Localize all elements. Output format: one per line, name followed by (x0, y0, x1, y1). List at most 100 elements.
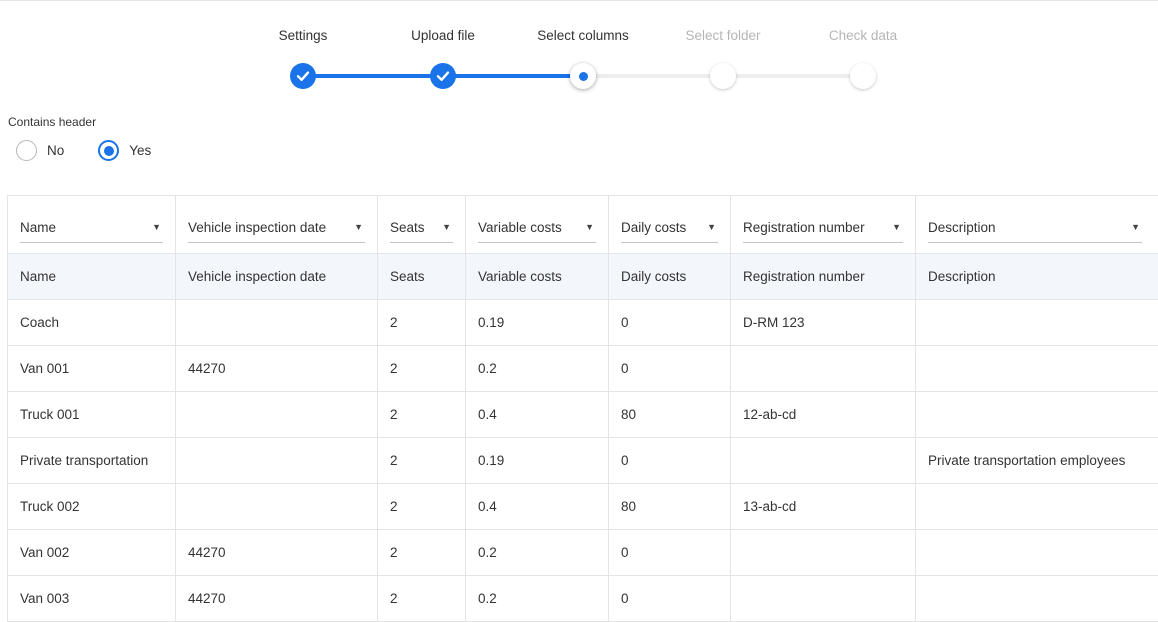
step-select-columns[interactable] (570, 63, 596, 89)
column-select-name[interactable]: Name ▼ (20, 213, 163, 243)
table-cell: 0 (608, 345, 731, 392)
column-mapping-cell: Description ▼ (915, 195, 1158, 254)
table-cell: D-RM 123 (730, 299, 916, 346)
table-cell: Private transportation employees (915, 437, 1158, 484)
caret-down-icon: ▼ (1131, 222, 1140, 232)
step-label-settings: Settings (278, 28, 328, 43)
table-cell: Truck 001 (7, 391, 176, 438)
table-row: Van 001 44270 2 0.2 0 (7, 345, 1158, 392)
table-cell: Coach (7, 299, 176, 346)
table-cell: 0 (608, 529, 731, 576)
check-icon (296, 71, 310, 81)
check-icon (436, 71, 450, 81)
column-select-description[interactable]: Description ▼ (928, 213, 1142, 243)
radio-yes-dot (103, 145, 114, 156)
table-cell: 44270 (175, 529, 378, 576)
radio-yes[interactable]: Yes (98, 140, 151, 161)
column-mapping-cell: Daily costs ▼ (608, 195, 731, 254)
table-row: Private transportation 2 0.19 0 Private tran… (7, 437, 1158, 484)
table-row: Van 002 44270 2 0.2 0 (7, 529, 1158, 576)
table-row: Coach 2 0.19 0 D-RM 123 (7, 299, 1158, 346)
current-step-dot (578, 71, 588, 81)
table-cell (915, 391, 1158, 438)
caret-down-icon: ▼ (152, 222, 161, 232)
column-select-seats[interactable]: Seats ▼ (390, 213, 453, 243)
table-cell: 0.2 (465, 575, 609, 622)
column-mapping-cell: Variable costs ▼ (465, 195, 609, 254)
table-cell: 80 (608, 391, 731, 438)
column-mapping-cell: Vehicle inspection date ▼ (175, 195, 378, 254)
step-upload-file[interactable] (430, 63, 456, 89)
table-cell: 0.19 (465, 437, 609, 484)
caret-down-icon: ▼ (442, 222, 451, 232)
column-mapping-row: Name ▼ Vehicle inspection date ▼ Seats ▼ (7, 195, 1158, 254)
radio-no-label: No (47, 143, 65, 158)
table-cell: 2 (377, 437, 466, 484)
step-label-check-data: Check data (828, 28, 898, 43)
caret-down-icon: ▼ (892, 222, 901, 232)
column-select-variable-costs[interactable]: Variable costs ▼ (478, 213, 596, 243)
header-cell: Name (7, 253, 176, 300)
step-settings[interactable] (290, 63, 316, 89)
table-cell (915, 345, 1158, 392)
table-cell (915, 483, 1158, 530)
step-connector-1 (303, 74, 443, 78)
column-mapping-cell: Name ▼ (7, 195, 176, 254)
table-cell: 0 (608, 575, 731, 622)
step-label-select-columns: Select columns (537, 28, 629, 43)
table-cell: 2 (377, 299, 466, 346)
caret-down-icon: ▼ (585, 222, 594, 232)
column-select-value: Vehicle inspection date (188, 219, 327, 235)
column-select-value: Variable costs (478, 219, 562, 235)
table-cell: Truck 002 (7, 483, 176, 530)
table-row: Truck 001 2 0.4 80 12-ab-cd (7, 391, 1158, 438)
column-select-vehicle-inspection-date[interactable]: Vehicle inspection date ▼ (188, 213, 365, 243)
table-cell (175, 299, 378, 346)
table-row: Truck 002 2 0.4 80 13-ab-cd (7, 483, 1158, 530)
table-cell: 2 (377, 575, 466, 622)
table-cell: Van 003 (7, 575, 176, 622)
column-select-value: Seats (390, 219, 425, 235)
table-cell: 0.19 (465, 299, 609, 346)
table-cell (175, 391, 378, 438)
table-cell: 0.2 (465, 529, 609, 576)
table-cell (730, 345, 916, 392)
header-cell: Daily costs (608, 253, 731, 300)
caret-down-icon: ▼ (707, 222, 716, 232)
radio-no-circle[interactable] (16, 140, 37, 161)
caret-down-icon: ▼ (354, 222, 363, 232)
column-select-value: Daily costs (621, 219, 687, 235)
import-preview-table: Name ▼ Vehicle inspection date ▼ Seats ▼ (7, 195, 1158, 622)
radio-no[interactable]: No (16, 140, 64, 161)
step-check-data (850, 63, 876, 89)
table-cell: 2 (377, 529, 466, 576)
step-connector-4 (723, 74, 863, 78)
step-label-upload-file: Upload file (411, 28, 475, 43)
table-cell (730, 437, 916, 484)
step-select-folder (710, 63, 736, 89)
table-cell: 13-ab-cd (730, 483, 916, 530)
step-label-select-folder: Select folder (685, 28, 761, 43)
header-cell: Description (915, 253, 1158, 300)
radio-yes-circle[interactable] (98, 140, 120, 161)
table-cell: Private transportation (7, 437, 176, 484)
table-cell (915, 575, 1158, 622)
column-mapping-cell: Registration number ▼ (730, 195, 916, 254)
table-cell: 2 (377, 391, 466, 438)
table-cell: Van 001 (7, 345, 176, 392)
table-cell: 0.2 (465, 345, 609, 392)
table-cell: 44270 (175, 575, 378, 622)
contains-header-radio-group: No Yes (16, 140, 151, 161)
top-divider (0, 0, 1158, 2)
step-connector-3 (583, 74, 723, 78)
table-cell (730, 529, 916, 576)
step-connector-2 (443, 74, 583, 78)
column-select-daily-costs[interactable]: Daily costs ▼ (621, 213, 718, 243)
table-cell (730, 575, 916, 622)
column-select-registration-number[interactable]: Registration number ▼ (743, 213, 903, 243)
column-select-value: Description (928, 219, 996, 235)
table-cell: 2 (377, 345, 466, 392)
import-wizard: Settings Upload file Select columns Sele… (0, 0, 1158, 622)
table-cell: 44270 (175, 345, 378, 392)
table-cell: 0 (608, 437, 731, 484)
